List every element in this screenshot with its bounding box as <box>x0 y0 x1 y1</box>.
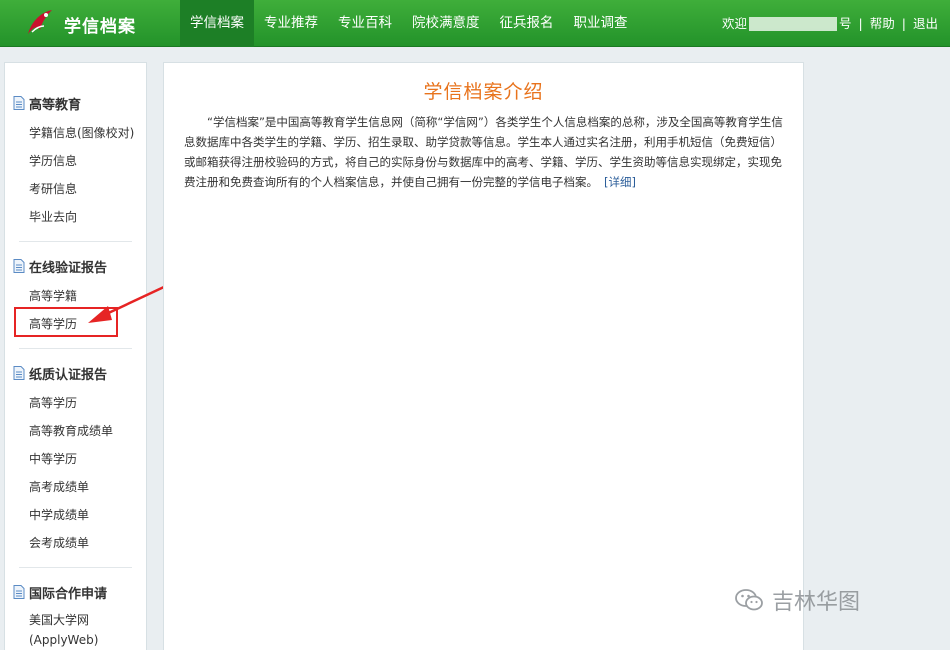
nav-xuexin-dangan[interactable]: 学信档案 <box>180 0 254 47</box>
sidebar-item-secondary-xueli[interactable]: 中等学历 <box>5 445 146 473</box>
nav-career-survey[interactable]: 职业调查 <box>564 0 638 47</box>
document-icon <box>13 585 25 599</box>
section-title: 高等教育 <box>29 97 82 113</box>
sidebar-item-graduation-destination[interactable]: 毕业去向 <box>5 203 146 231</box>
sidebar-item-higher-edu-transcript[interactable]: 高等教育成绩单 <box>5 417 146 445</box>
logout-link[interactable]: 退出 <box>913 0 938 47</box>
sidebar-item-gaokao-transcript[interactable]: 高考成绩单 <box>5 473 146 501</box>
more-link[interactable]: [详细] <box>604 175 636 189</box>
document-icon <box>13 366 25 380</box>
nav-major-recommend[interactable]: 专业推荐 <box>254 0 328 47</box>
sidebar-section-paper-report: 纸质认证报告 高等学历 高等教育成绩单 中等学历 高考成绩单 中学成绩单 会考成… <box>5 349 146 568</box>
masked-username <box>749 16 838 31</box>
nav-conscription[interactable]: 征兵报名 <box>490 0 564 47</box>
logo-icon[interactable] <box>22 6 56 40</box>
section-title: 国际合作申请 <box>29 586 108 602</box>
watermark-text: 吉林华图 <box>772 590 861 615</box>
sidebar-item-middle-school-transcript[interactable]: 中学成绩单 <box>5 501 146 529</box>
divider: | <box>858 16 863 31</box>
sidebar-section-higher-education: 高等教育 学籍信息(图像校对) 学历信息 考研信息 毕业去向 <box>5 63 146 242</box>
nav-school-satisfaction[interactable]: 院校满意度 <box>402 0 490 47</box>
help-link[interactable]: 帮助 <box>870 0 895 47</box>
wechat-icon <box>735 589 763 611</box>
sidebar-section-international: 国际合作申请 美国大学网(ApplyWeb) <box>5 568 146 650</box>
right-panel <box>804 62 946 650</box>
watermark: 吉林华图 <box>734 584 860 616</box>
sidebar-item-xueji-info[interactable]: 学籍信息(图像校对) <box>5 119 146 147</box>
account-suffix: 号 <box>839 16 852 31</box>
logo-text[interactable]: 学信档案 <box>64 12 136 37</box>
nav-major-encyclopedia[interactable]: 专业百科 <box>328 0 402 47</box>
welcome-text: 欢迎 <box>722 16 748 31</box>
section-title: 纸质认证报告 <box>29 367 108 383</box>
sidebar-item-huikao-transcript[interactable]: 会考成绩单 <box>5 529 146 557</box>
main-content: 学信档案介绍 “学信档案”是中国高等教育学生信息网（简称“学信网”）各类学生个人… <box>163 62 804 650</box>
user-area: 欢迎 号 | 帮助 | 退出 <box>722 0 938 47</box>
sidebar-item-applyweb[interactable]: 美国大学网(ApplyWeb) <box>5 606 115 650</box>
sidebar-item-paper-xueli[interactable]: 高等学历 <box>5 389 146 417</box>
sidebar: 高等教育 学籍信息(图像校对) 学历信息 考研信息 毕业去向 在线验证报告 高等… <box>4 62 147 650</box>
intro-text: “学信档案”是中国高等教育学生信息网（简称“学信网”）各类学生个人信息档案的总称… <box>184 115 783 189</box>
document-icon <box>13 259 25 273</box>
divider: | <box>901 16 906 31</box>
sidebar-item-xueli-info[interactable]: 学历信息 <box>5 147 146 175</box>
document-icon <box>13 96 25 110</box>
page-title: 学信档案介绍 <box>423 81 544 103</box>
main-nav: 学信档案 专业推荐 专业百科 院校满意度 征兵报名 职业调查 <box>180 0 638 47</box>
intro-paragraph: “学信档案”是中国高等教育学生信息网（简称“学信网”）各类学生个人信息档案的总称… <box>184 112 785 192</box>
sidebar-item-kaoyan-info[interactable]: 考研信息 <box>5 175 146 203</box>
top-header: 学信档案 学信档案 专业推荐 专业百科 院校满意度 征兵报名 职业调查 欢迎 号… <box>0 0 950 47</box>
